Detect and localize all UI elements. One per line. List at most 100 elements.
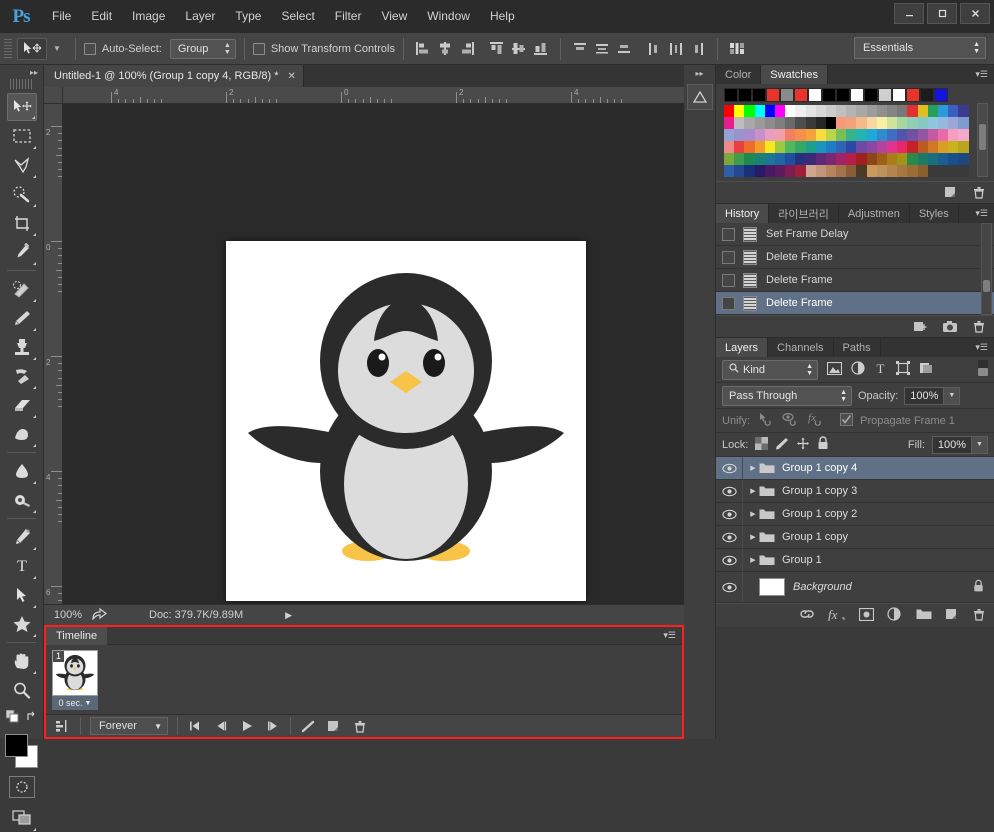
color-swatch[interactable] <box>755 105 765 117</box>
color-swatch[interactable] <box>958 105 968 117</box>
tween-frames-icon[interactable] <box>295 716 321 736</box>
tab-layers[interactable]: Layers <box>716 338 768 357</box>
color-swatch[interactable] <box>846 105 856 117</box>
lock-position-icon[interactable] <box>796 437 810 453</box>
layer-expand-arrow-icon[interactable]: ▶ <box>747 556 759 564</box>
color-swatch[interactable] <box>785 141 795 153</box>
color-swatch[interactable] <box>775 165 785 177</box>
color-swatch[interactable] <box>907 141 917 153</box>
layer-main[interactable]: ▶Group 1 copy 2 <box>742 503 994 525</box>
color-swatch[interactable] <box>897 141 907 153</box>
layer-list[interactable]: ▶Group 1 copy 4▶Group 1 copy 3▶Group 1 c… <box>716 457 994 603</box>
color-swatch[interactable] <box>755 129 765 141</box>
close-document-icon[interactable]: ✕ <box>288 71 296 82</box>
color-swatch[interactable] <box>755 165 765 177</box>
color-swatch[interactable] <box>846 117 856 129</box>
color-swatch[interactable] <box>765 141 775 153</box>
unify-visibility-icon[interactable] <box>782 412 800 429</box>
color-swatch[interactable] <box>928 153 938 165</box>
align-horizontal-centers-icon[interactable] <box>434 37 456 61</box>
color-swatch[interactable] <box>724 117 734 129</box>
recent-color-swatch[interactable] <box>920 88 934 102</box>
color-swatch[interactable] <box>958 141 968 153</box>
convert-to-video-timeline-icon[interactable] <box>50 716 76 736</box>
color-swatch[interactable] <box>744 153 754 165</box>
layer-visibility-icon[interactable] <box>716 463 742 474</box>
recent-color-swatch[interactable] <box>752 88 766 102</box>
link-layers-icon[interactable] <box>799 608 815 623</box>
color-swatch[interactable] <box>918 165 928 177</box>
color-swatch[interactable] <box>826 153 836 165</box>
color-swatch[interactable] <box>897 165 907 177</box>
color-swatch[interactable] <box>806 165 816 177</box>
color-swatch[interactable] <box>744 117 754 129</box>
screen-mode-icon[interactable] <box>7 804 37 832</box>
history-snapshot-checkbox[interactable] <box>722 274 735 287</box>
color-swatch[interactable] <box>867 117 877 129</box>
unify-style-icon[interactable]: fx <box>807 412 825 429</box>
tools-panel-grip[interactable] <box>10 79 33 89</box>
color-swatch[interactable] <box>744 165 754 177</box>
color-swatch[interactable] <box>785 165 795 177</box>
tab-history[interactable]: History <box>716 204 769 223</box>
layer-row[interactable]: ▶Group 1 <box>716 549 994 572</box>
tab-styles[interactable]: Styles <box>910 204 959 223</box>
color-swatch[interactable] <box>826 165 836 177</box>
mini-bridge-icon[interactable] <box>687 84 713 110</box>
align-bottom-edges-icon[interactable] <box>530 37 552 61</box>
layer-visibility-icon[interactable] <box>716 582 742 593</box>
new-adjustment-layer-icon[interactable] <box>887 607 903 624</box>
color-swatch[interactable] <box>734 117 744 129</box>
align-left-edges-icon[interactable] <box>412 37 434 61</box>
create-document-from-state-icon[interactable] <box>913 320 928 333</box>
frame-delay-dropdown[interactable]: 0 sec. ▼ <box>52 696 98 710</box>
color-swatch[interactable] <box>856 165 866 177</box>
color-swatch[interactable] <box>846 141 856 153</box>
frame-thumbnail[interactable]: 1 <box>52 650 98 696</box>
color-swatch[interactable] <box>877 105 887 117</box>
distribute-right-edges-icon[interactable] <box>687 37 709 61</box>
color-swatch[interactable] <box>867 165 877 177</box>
share-icon[interactable] <box>92 607 107 623</box>
document-tab[interactable]: Untitled-1 @ 100% (Group 1 copy 4, RGB/8… <box>44 65 304 87</box>
recent-color-swatch[interactable] <box>780 88 794 102</box>
recent-color-swatch[interactable] <box>836 88 850 102</box>
color-swatch[interactable] <box>765 165 775 177</box>
create-snapshot-icon[interactable] <box>942 320 958 333</box>
color-swatch[interactable] <box>897 105 907 117</box>
history-state-row[interactable]: Delete Frame <box>716 246 994 269</box>
color-swatch[interactable] <box>948 153 958 165</box>
distribute-horizontal-centers-icon[interactable] <box>665 37 687 61</box>
tab-channels[interactable]: Channels <box>768 338 833 357</box>
swatch-scrollbar[interactable] <box>977 103 988 177</box>
color-swatch[interactable] <box>928 141 938 153</box>
color-swatch[interactable] <box>907 117 917 129</box>
filter-shape-icon[interactable] <box>896 361 910 378</box>
color-swatch[interactable] <box>846 153 856 165</box>
foreground-color-swatch[interactable] <box>5 734 28 757</box>
swatches-panel-menu-icon[interactable]: ▾☰ <box>975 65 994 84</box>
recent-color-swatch[interactable] <box>892 88 906 102</box>
layer-row[interactable]: ▶Group 1 copy 4 <box>716 457 994 480</box>
fill-dropdown-arrow[interactable]: ▼ <box>972 436 988 454</box>
color-swatch[interactable] <box>724 153 734 165</box>
show-transform-controls-checkbox[interactable] <box>253 43 265 55</box>
tab-paths[interactable]: Paths <box>834 338 881 357</box>
color-swatch[interactable] <box>938 141 948 153</box>
color-swatch[interactable] <box>907 129 917 141</box>
hand-tool[interactable] <box>7 647 37 675</box>
auto-select-scope-dropdown[interactable]: Group ▲▼ <box>170 39 236 59</box>
color-swatch[interactable] <box>806 105 816 117</box>
canvas[interactable] <box>226 241 586 601</box>
recent-color-swatch[interactable] <box>864 88 878 102</box>
layer-thumbnail[interactable] <box>759 578 785 596</box>
color-swatch[interactable] <box>816 141 826 153</box>
color-swatch[interactable] <box>816 117 826 129</box>
unify-position-icon[interactable] <box>757 412 775 429</box>
color-swatch[interactable] <box>918 153 928 165</box>
color-swatch[interactable] <box>795 141 805 153</box>
lock-image-pixels-icon[interactable] <box>775 437 789 453</box>
recent-color-swatch[interactable] <box>738 88 752 102</box>
color-swatch[interactable] <box>846 165 856 177</box>
layer-expand-arrow-icon[interactable]: ▶ <box>747 533 759 541</box>
